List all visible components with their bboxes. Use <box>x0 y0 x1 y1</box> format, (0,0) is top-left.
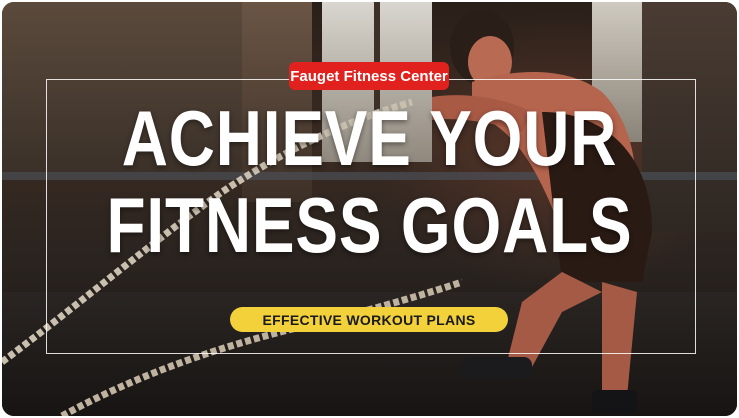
headline-line-1: ACHIEVE YOUR <box>121 94 618 182</box>
headline-line-2: FITNESS GOALS <box>106 181 633 269</box>
brand-badge: Fauget Fitness Center <box>289 62 449 90</box>
workout-plans-pill: EFFECTIVE WORKOUT PLANS <box>230 307 508 332</box>
